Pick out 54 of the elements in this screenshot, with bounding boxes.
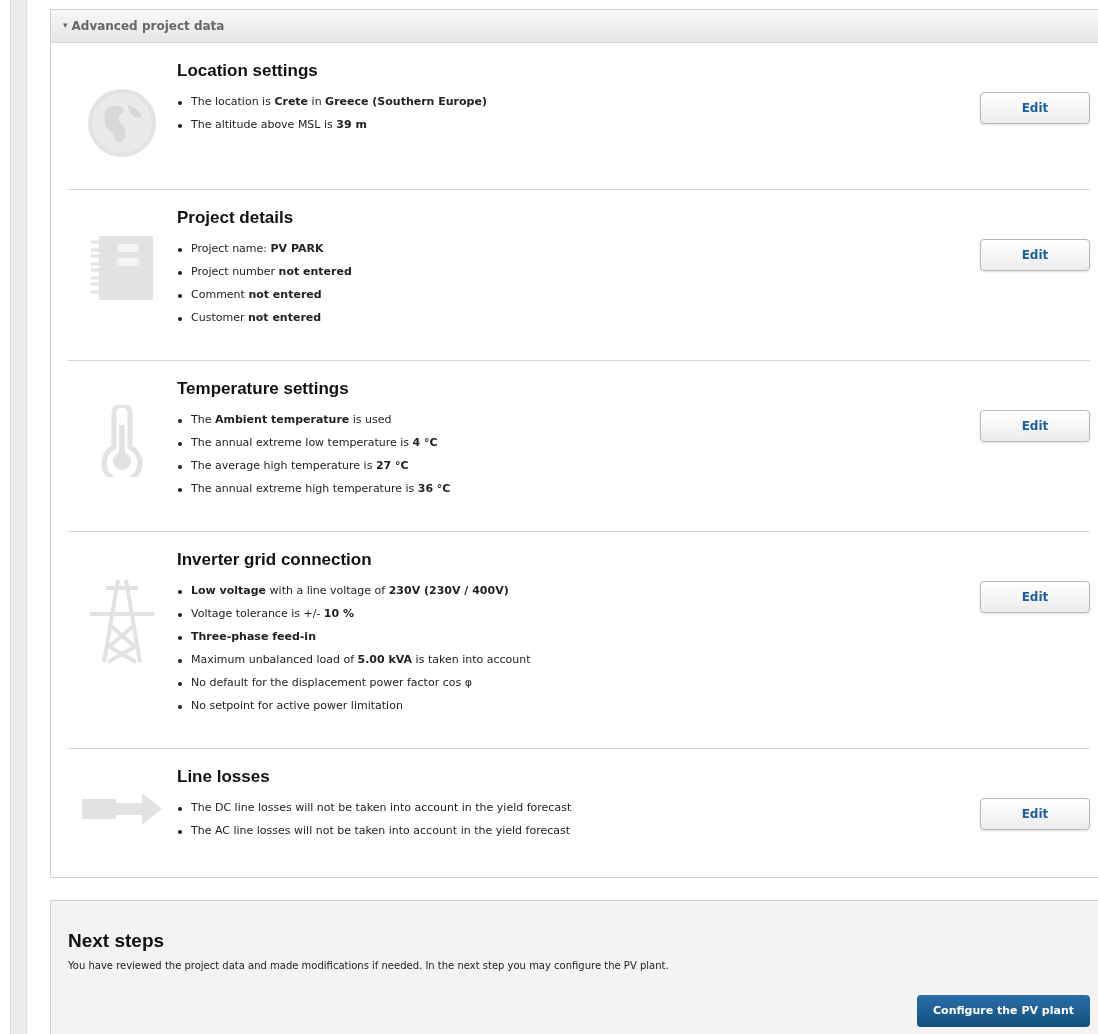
section-title: Inverter grid connection: [177, 549, 373, 571]
setting-text: Low voltage with a line voltage of 230V (230V / 400V): [191, 583, 509, 600]
setting-text: No setpoint for active power limitation: [191, 698, 403, 715]
configure-button[interactable]: Configure the PV plant: [917, 995, 1090, 1027]
bullet-icon: [178, 441, 182, 446]
setting-text: Three-phase feed-in: [191, 629, 316, 646]
section-title: Line losses: [177, 766, 271, 788]
edit-button[interactable]: Edit: [980, 581, 1090, 613]
bullet-icon: [178, 635, 182, 640]
bullet-icon: [178, 681, 182, 686]
bullet-icon: [178, 464, 182, 469]
setting-text: The annual extreme high temperature is 36 °C: [191, 481, 451, 498]
bullet-icon: [178, 270, 182, 275]
bullet-icon: [178, 316, 182, 321]
bullet-icon: [178, 418, 182, 423]
setting-text: Maximum unbalanced load of 5.00 kVA is taken into account: [191, 652, 531, 669]
bullet-icon: [178, 704, 182, 709]
arrow-icon: [82, 793, 162, 825]
edit-button[interactable]: Edit: [980, 239, 1090, 271]
setting-text: The Ambient temperature is used: [191, 412, 392, 429]
section-title: Location settings: [177, 60, 319, 82]
setting-text: The AC line losses will not be taken into account in the yield forecast: [191, 823, 571, 840]
bullet-icon: [178, 293, 182, 298]
setting-text: Project number not entered: [191, 264, 352, 281]
section-title: Project details: [177, 207, 295, 229]
setting-text: Voltage tolerance is +/- 10 %: [191, 606, 354, 623]
bullet-icon: [178, 100, 182, 105]
setting-text: No default for the displacement power factor cos φ: [191, 675, 472, 692]
setting-text: The average high temperature is 27 °C: [191, 458, 409, 475]
panel-header[interactable]: ▾ Advanced project data: [51, 10, 1098, 43]
bullet-icon: [178, 487, 182, 492]
bullet-icon: [178, 612, 182, 617]
bullet-icon: [178, 806, 182, 811]
setting-text: The DC line losses will not be taken into account in the yield forecast: [191, 800, 572, 817]
bullet-icon: [178, 658, 182, 663]
setting-text: The altitude above MSL is 39 m: [191, 117, 367, 134]
bullet-icon: [178, 829, 182, 834]
next-steps-text: You have reviewed the project data and made modifications if needed. In the next step you may configure the PV plant.: [68, 959, 670, 973]
next-steps-title: Next steps: [68, 929, 166, 953]
bullet-icon: [178, 123, 182, 128]
globe-icon: [86, 87, 158, 159]
section-title: Temperature settings: [177, 378, 350, 400]
setting-text: Customer not entered: [191, 310, 322, 327]
setting-text: Comment not entered: [191, 287, 322, 304]
edit-button[interactable]: Edit: [980, 410, 1090, 442]
setting-text: The annual extreme low temperature is 4 °C: [191, 435, 438, 452]
thermometer-icon: [101, 405, 143, 477]
bullet-icon: [178, 247, 182, 252]
notebook-icon: [89, 234, 155, 302]
setting-text: Project name: PV PARK: [191, 241, 324, 258]
setting-text: The location is Crete in Greece (Southern Europe): [191, 94, 487, 111]
edit-button[interactable]: Edit: [980, 798, 1090, 830]
edit-button[interactable]: Edit: [980, 92, 1090, 124]
bullet-icon: [178, 589, 182, 594]
